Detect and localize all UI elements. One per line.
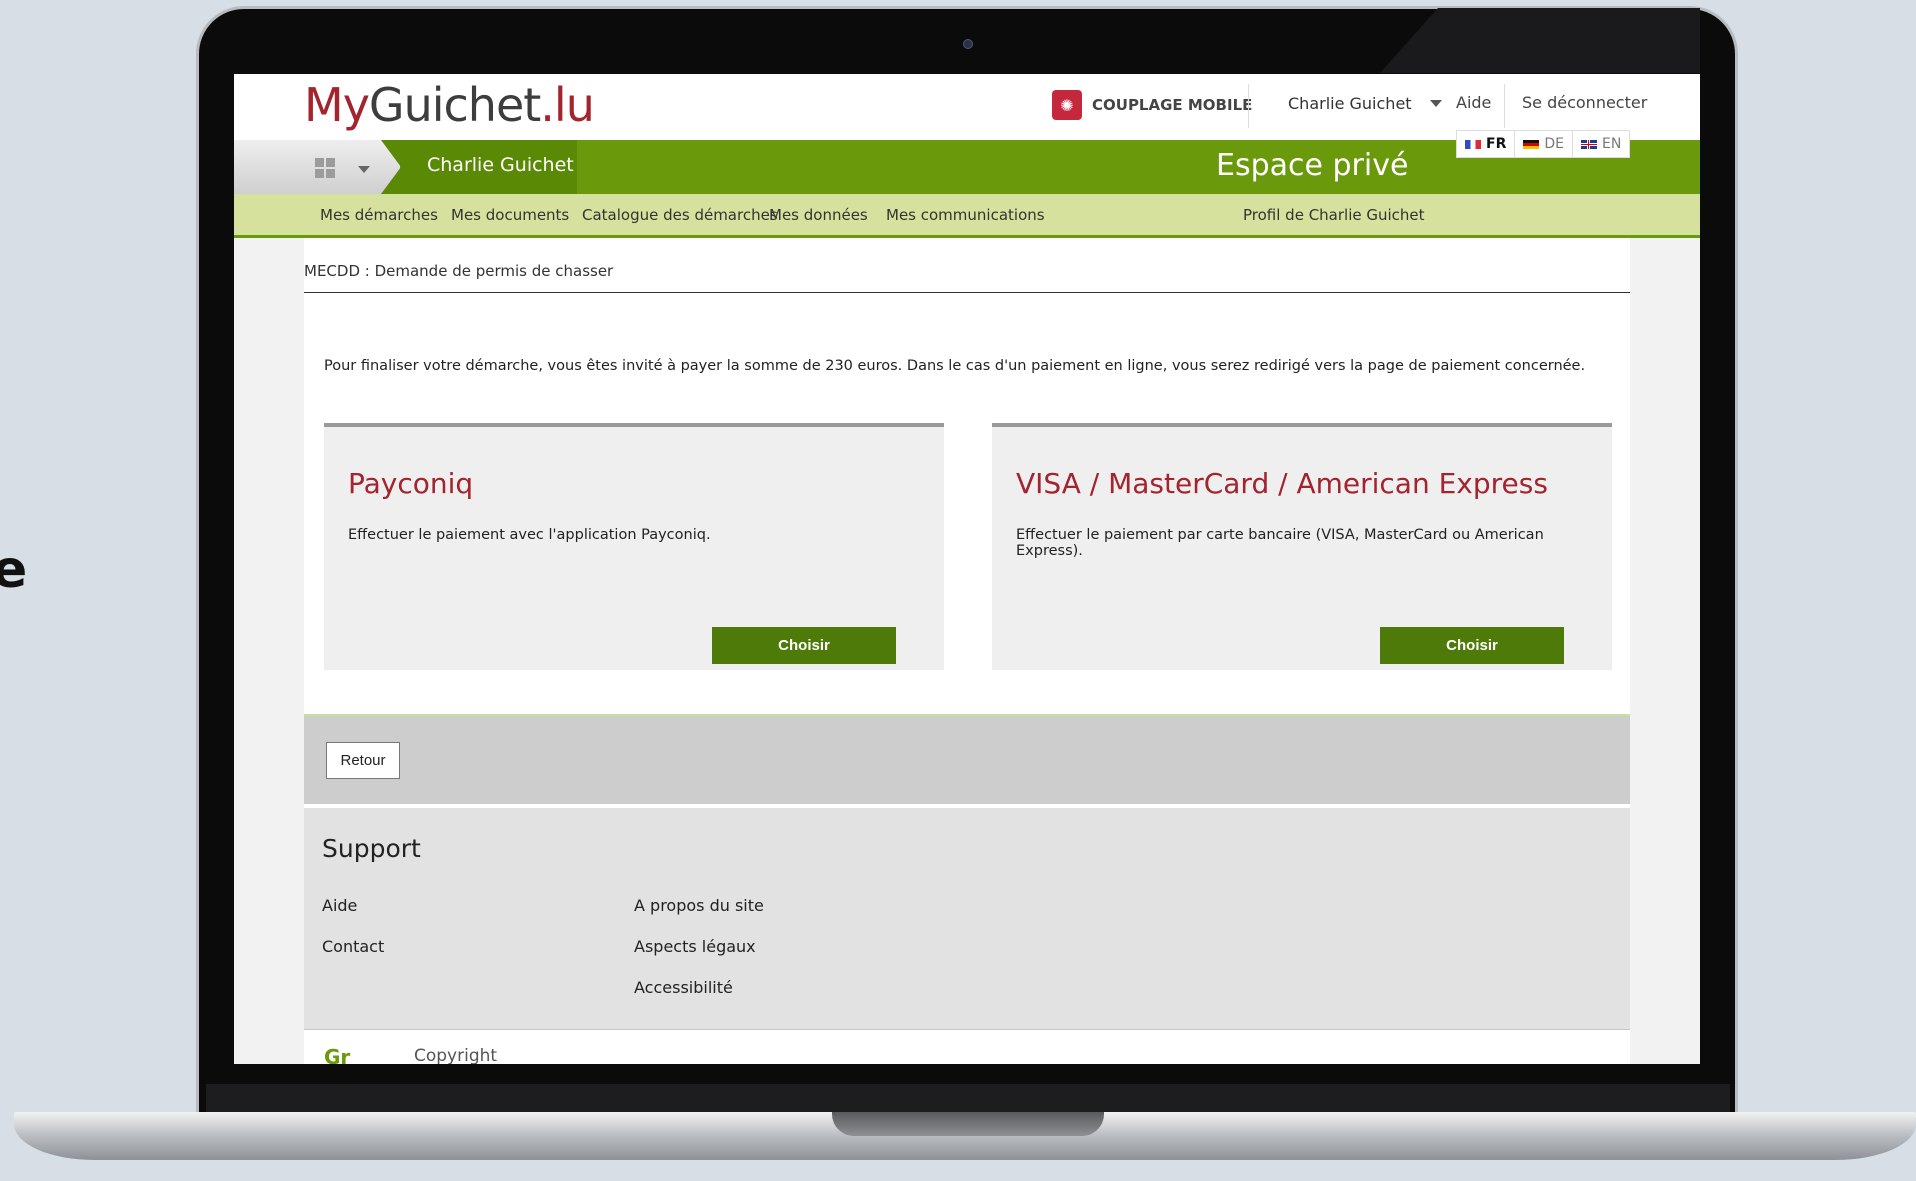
nav-catalogue[interactable]: Catalogue des démarches [582, 206, 778, 224]
support-link-accessibility[interactable]: Accessibilité [634, 978, 733, 997]
laptop-screen: MyGuichet.lu ✺ COUPLAGE MOBILE Charlie G… [234, 74, 1700, 1064]
logo-part-guichet: Guichet [368, 78, 541, 132]
breadcrumb-divider [304, 292, 1630, 293]
lang-en[interactable]: EN [1573, 131, 1629, 157]
lang-code: EN [1601, 136, 1622, 152]
payment-option-title: VISA / MasterCard / American Express [1016, 467, 1548, 500]
nav-mes-demarches[interactable]: Mes démarches [320, 206, 438, 224]
nav-profile[interactable]: Profil de Charlie Guichet [1243, 206, 1425, 224]
flag-fr-icon [1465, 139, 1481, 149]
language-switcher: FR DE EN [1456, 130, 1631, 158]
support-link-contact[interactable]: Contact [322, 937, 384, 956]
help-link[interactable]: Aide [1456, 93, 1491, 112]
page-edge-text-fragment: e [0, 540, 28, 600]
payment-intro-text: Pour finaliser votre démarche, vous êtes… [324, 358, 1586, 374]
footer: Gr Copyright [304, 1031, 1630, 1064]
laptop-hinge [206, 1084, 1730, 1114]
lang-fr[interactable]: FR [1457, 131, 1516, 157]
lang-de[interactable]: DE [1515, 131, 1573, 157]
mobile-coupling-icon: ✺ [1052, 90, 1082, 120]
nav-mes-donnees[interactable]: Mes données [769, 206, 868, 224]
chevron-down-icon [1429, 100, 1442, 107]
user-menu[interactable]: Charlie Guichet [1288, 94, 1442, 113]
payment-option-description: Effectuer le paiement avec l'application… [348, 527, 711, 543]
nav-mes-documents[interactable]: Mes documents [451, 206, 569, 224]
payment-option-payconiq: Payconiq Effectuer le paiement avec l'ap… [324, 423, 944, 670]
support-link-aide[interactable]: Aide [322, 896, 357, 915]
breadcrumb: MECDD : Demande de permis de chasser [304, 262, 614, 280]
footer-copyright: Copyright [414, 1046, 498, 1064]
logo-part-my: My [304, 78, 370, 132]
user-name: Charlie Guichet [1288, 94, 1412, 113]
lang-code: DE [1544, 136, 1564, 152]
payment-option-card: VISA / MasterCard / American Express Eff… [992, 423, 1612, 670]
space-title: Espace privé [1216, 148, 1409, 183]
back-button[interactable]: Retour [326, 742, 400, 779]
mobile-coupling-link[interactable]: ✺ COUPLAGE MOBILE [1052, 90, 1252, 120]
support-section: Support Aide Contact A propos du site As… [304, 808, 1630, 1030]
choose-card-button[interactable]: Choisir [1380, 627, 1564, 664]
site-logo[interactable]: MyGuichet.lu [304, 78, 595, 132]
lang-code: FR [1486, 136, 1507, 152]
flag-de-icon [1523, 139, 1540, 149]
logo-part-lu: .lu [540, 78, 595, 132]
header-divider [1248, 84, 1249, 128]
payment-option-title: Payconiq [348, 467, 474, 500]
support-link-legal[interactable]: Aspects légaux [634, 937, 756, 956]
active-user-tab[interactable]: Charlie Guichet [381, 140, 577, 194]
grid-icon[interactable] [315, 158, 335, 178]
logout-link[interactable]: Se déconnecter [1522, 93, 1647, 112]
payment-option-description: Effectuer le paiement par carte bancaire… [1016, 527, 1544, 559]
nav-mes-communications[interactable]: Mes communications [886, 206, 1045, 224]
laptop-notch [832, 1112, 1104, 1136]
mobile-coupling-label: COUPLAGE MOBILE [1092, 96, 1253, 114]
active-user-name: Charlie Guichet [427, 154, 574, 176]
main-nav: Mes démarches Mes documents Catalogue de… [234, 194, 1700, 238]
choose-payconiq-button[interactable]: Choisir [712, 627, 896, 664]
actions-bar: Retour [304, 714, 1630, 804]
footer-logo: Gr [324, 1045, 351, 1064]
camera-icon [963, 39, 973, 49]
header-divider [1504, 84, 1505, 128]
support-link-about[interactable]: A propos du site [634, 896, 764, 915]
chevron-down-icon[interactable] [358, 166, 370, 173]
support-title: Support [322, 834, 421, 863]
flag-uk-icon [1580, 139, 1597, 149]
